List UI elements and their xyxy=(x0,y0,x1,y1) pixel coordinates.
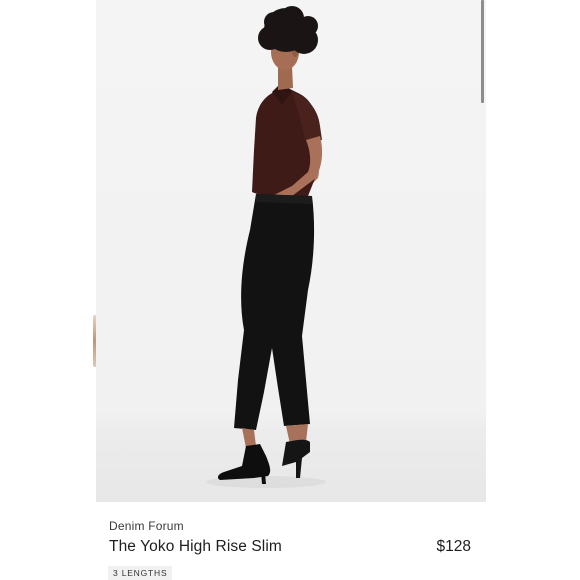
product-image[interactable] xyxy=(96,0,486,502)
product-brand[interactable]: Denim Forum xyxy=(109,519,184,533)
product-price: $128 xyxy=(436,538,471,555)
lengths-badge: 3 LENGTHS xyxy=(108,566,173,580)
scrollbar[interactable] xyxy=(481,0,484,103)
model-photo xyxy=(206,6,326,488)
product-card[interactable]: Denim Forum The Yoko High Rise Slim $128… xyxy=(96,0,486,580)
product-name[interactable]: The Yoko High Rise Slim xyxy=(109,538,282,556)
page: Denim Forum The Yoko High Rise Slim $128… xyxy=(0,0,580,580)
